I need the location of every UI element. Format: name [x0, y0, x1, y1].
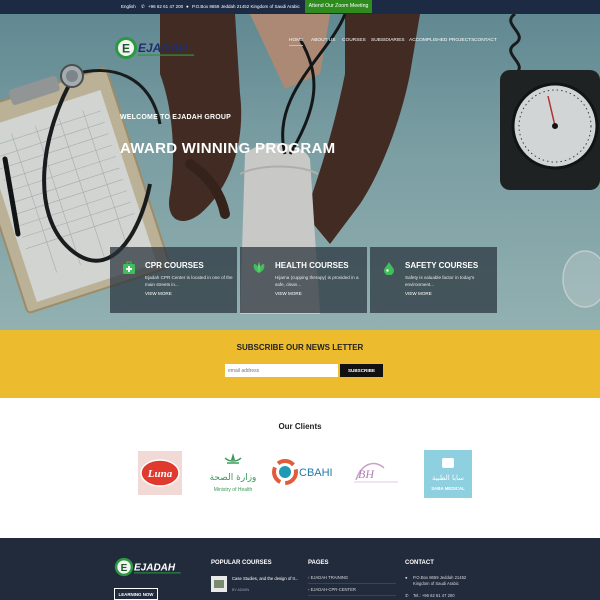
phone-icon: ✆ [141, 4, 145, 9]
newsletter-title: SUBSCRIBE OUR NEWS LETTER [236, 343, 364, 352]
post-thumbnail[interactable] [211, 576, 227, 592]
footer-logo[interactable]: E EJADAH [114, 556, 184, 578]
client-logo-luna[interactable]: Luna [137, 450, 183, 496]
contact-phone: Tel.: +96 62 61 47 200 [413, 593, 455, 598]
cpr-courses-card[interactable]: CPR COURSES Ejadah CPR Center is located… [110, 247, 237, 313]
page-link-ejadah-training[interactable]: › EJADAH TRAINING [308, 575, 348, 580]
email-input[interactable] [225, 364, 338, 377]
client-logo-cbahi[interactable]: CBAHI [271, 450, 337, 496]
nav-contact[interactable]: CONTACT [474, 38, 497, 43]
svg-text:E: E [121, 563, 128, 574]
phone-icon: ✆ [405, 593, 409, 598]
zoom-meeting-button[interactable]: Attend Our Zoom Meeting [305, 0, 372, 13]
location-icon: ● [186, 4, 189, 9]
svg-text:BH: BH [358, 467, 375, 481]
view-more-link[interactable]: VIEW MORE [145, 291, 172, 296]
hero-welcome-text: WELCOME TO EJADAH GROUP [120, 114, 232, 121]
popular-post-title[interactable]: Case Studies, and the design of tr... [232, 576, 298, 581]
leaf-icon [253, 262, 265, 273]
drop-icon [384, 262, 394, 275]
view-more-link[interactable]: VIEW MORE [275, 291, 302, 296]
contact-address-line-1: P.O.Box 8659 Jeddah 21452 [413, 575, 467, 580]
svg-text:Ministry of Health: Ministry of Health [214, 487, 253, 493]
health-courses-card[interactable]: HEALTH COURSES Hijama (cupping therapy) … [240, 247, 367, 313]
card-description: Hijama (cupping therapy) is provided in … [275, 275, 359, 287]
card-title: SAFETY COURSES [405, 261, 479, 270]
brand-name: EJADAH [138, 41, 188, 55]
top-bar: English ✆ +96 62 61 47 200 ● P.O.Box 865… [0, 0, 600, 14]
newsletter-section: SUBSCRIBE OUR NEWS LETTER SUBSCRIBE [0, 330, 600, 398]
nav-accomplished-projects[interactable]: ACCOMPLISHED PROJECTS [409, 38, 474, 43]
clients-title: Our Clients [278, 422, 322, 431]
ejadah-logo[interactable]: E EJADAH [114, 36, 198, 60]
svg-text:EJADAH: EJADAH [134, 562, 176, 573]
subscribe-button[interactable]: SUBSCRIBE [340, 364, 383, 377]
language-selector[interactable]: English [121, 0, 136, 14]
card-title: CPR COURSES [145, 261, 204, 270]
popular-courses-heading: POPULAR COURSES [211, 560, 272, 566]
svg-text:سابا الطبية: سابا الطبية [432, 474, 464, 482]
client-logo-saba-medical[interactable]: سابا الطبية SABA MEDICAL [424, 450, 472, 498]
client-logo-bh[interactable]: BH [350, 450, 402, 496]
top-address: P.O.Box 8659 Jeddah 21452 Kingdom of Sau… [192, 4, 300, 9]
svg-text:CBAHI: CBAHI [299, 467, 333, 479]
hero-banner: E EJADAH HOME ABOUT US COURSES SUBSIDIAR… [0, 14, 600, 330]
footer: E EJADAH LEARNING NOW POPULAR COURSES Ca… [0, 538, 600, 600]
nav-home[interactable]: HOME [289, 38, 304, 46]
top-phone: +96 62 61 47 200 [148, 4, 184, 9]
hero-headline: AWARD WINNING PROGRAM [120, 140, 336, 157]
page-link-ejadah-cpr-center[interactable]: › EJADAH-CPR-CENTER [308, 587, 356, 592]
card-description: Safety is valuable factor in today's env… [405, 275, 475, 287]
nav-about-us[interactable]: ABOUT US [311, 38, 335, 43]
learning-now-button[interactable]: LEARNING NOW [114, 588, 158, 600]
svg-text:Luna: Luna [147, 468, 173, 480]
pages-heading: PAGES [308, 560, 329, 566]
card-title: HEALTH COURSES [275, 261, 349, 270]
svg-text:وزارة الصحة: وزارة الصحة [210, 473, 257, 483]
safety-courses-card[interactable]: SAFETY COURSES Safety is valuable factor… [370, 247, 497, 313]
svg-text:SABA MEDICAL: SABA MEDICAL [431, 486, 465, 491]
contact-heading: CONTACT [405, 560, 434, 566]
popular-post-author: BY ADMIN [232, 588, 250, 592]
view-more-link[interactable]: VIEW MORE [405, 291, 432, 296]
client-logo-ministry-of-health[interactable]: وزارة الصحة Ministry of Health [205, 450, 261, 496]
first-aid-kit-icon [123, 261, 135, 274]
card-description: Ejadah CPR Center is located in one of t… [145, 275, 233, 287]
nav-subsidiaries[interactable]: SUBSIDIARIES [371, 38, 405, 43]
svg-text:E: E [122, 42, 130, 56]
location-icon: ● [405, 575, 408, 580]
contact-address-line-2: Kingdom of Saudi Arabic [413, 581, 459, 586]
nav-courses[interactable]: COURSES [342, 38, 366, 43]
